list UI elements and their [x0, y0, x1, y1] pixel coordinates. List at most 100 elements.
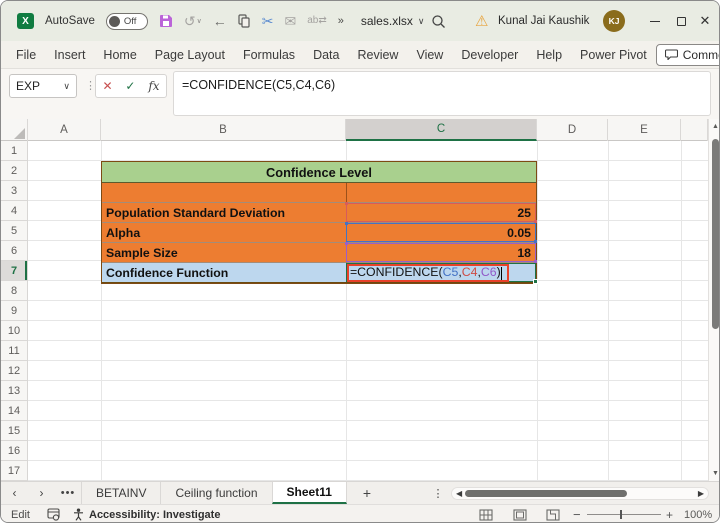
column-header-c[interactable]: C — [346, 119, 537, 141]
cell-b3[interactable] — [102, 183, 346, 202]
close-button[interactable]: ✕ — [691, 1, 719, 41]
search-button[interactable] — [431, 1, 446, 41]
page-layout-view-icon[interactable] — [513, 505, 527, 523]
tab-view[interactable]: View — [407, 48, 452, 62]
column-header-d[interactable]: D — [537, 119, 608, 141]
comments-button[interactable]: Comments — [656, 44, 720, 66]
cells-area[interactable]: Confidence Level Population Standard Dev… — [28, 141, 708, 481]
autosave-toggle[interactable]: Off — [106, 13, 148, 30]
select-all-corner[interactable] — [1, 119, 28, 141]
scroll-down-icon[interactable]: ▼ — [709, 470, 720, 477]
row-header-14[interactable]: 14 — [1, 401, 27, 421]
column-header-a[interactable]: A — [28, 119, 101, 141]
scroll-right-icon[interactable]: ▶ — [698, 489, 704, 498]
insert-function-icon[interactable]: fx — [148, 79, 159, 93]
replace-icon[interactable]: ab⇄ — [307, 16, 327, 26]
tab-page-layout[interactable]: Page Layout — [146, 48, 234, 62]
save-icon[interactable] — [159, 14, 173, 28]
column-header-partial[interactable] — [681, 119, 708, 141]
cell-b5-label[interactable]: Alpha — [102, 223, 346, 242]
cell-b2-merged-title[interactable]: Confidence Level — [102, 162, 536, 183]
zoom-level[interactable]: 100% — [684, 505, 712, 523]
warning-icon[interactable]: ⚠ — [475, 1, 488, 41]
row-header-2[interactable]: 2 — [1, 161, 27, 181]
sheet-tab-sheet11[interactable]: Sheet11 — [272, 482, 347, 504]
accessibility-status[interactable]: Accessibility: Investigate — [89, 505, 220, 523]
row-header-11[interactable]: 11 — [1, 341, 27, 361]
zoom-slider-thumb[interactable] — [620, 510, 622, 519]
sheet-tab-ceiling-function[interactable]: Ceiling function — [160, 482, 271, 504]
cancel-icon[interactable]: ✕ — [102, 79, 112, 93]
normal-view-icon[interactable] — [479, 505, 493, 523]
tab-file[interactable]: File — [7, 48, 45, 62]
horizontal-scrollbar[interactable]: ◀ ▶ — [451, 487, 709, 500]
user-name[interactable]: Kunal Jai Kaushik — [498, 1, 589, 41]
fill-handle[interactable] — [533, 279, 538, 284]
undo-button[interactable]: ↺ ∨ — [184, 14, 202, 28]
cell-b7-label[interactable]: Confidence Function — [102, 263, 346, 282]
row-header-1[interactable]: 1 — [1, 141, 27, 161]
sheet-nav-more-icon[interactable]: ••• — [55, 482, 81, 504]
row-header-3[interactable]: 3 — [1, 181, 27, 201]
row-header-6[interactable]: 6 — [1, 241, 27, 261]
document-title[interactable]: sales.xlsx ∨ — [361, 14, 425, 28]
row-header-12[interactable]: 12 — [1, 361, 27, 381]
cell-b4-label[interactable]: Population Standard Deviation — [102, 203, 346, 222]
tab-developer[interactable]: Developer — [452, 48, 527, 62]
cell-c7-formula[interactable]: =CONFIDENCE(C5,C4,C6) — [346, 263, 536, 282]
toggle-knob-icon — [109, 16, 120, 27]
row-header-17[interactable]: 17 — [1, 461, 27, 481]
vertical-scrollbar[interactable]: ▲ ▼ — [708, 119, 720, 481]
row-header-15[interactable]: 15 — [1, 421, 27, 441]
scroll-left-icon[interactable]: ◀ — [456, 489, 462, 498]
copy-icon[interactable] — [238, 14, 251, 28]
tab-review[interactable]: Review — [348, 48, 407, 62]
email-icon[interactable]: ✉ — [284, 14, 296, 28]
cell-c6-value[interactable]: 18 — [346, 243, 536, 262]
row-header-4[interactable]: 4 — [1, 201, 27, 221]
horizontal-scroll-thumb[interactable] — [465, 490, 627, 497]
sheet-tab-betainv[interactable]: BETAINV — [81, 482, 160, 504]
column-header-e[interactable]: E — [608, 119, 681, 141]
formula-input[interactable]: =CONFIDENCE(C5,C4,C6) — [173, 71, 711, 116]
qat-overflow-icon[interactable]: » — [338, 16, 344, 27]
add-sheet-button[interactable]: + — [347, 482, 387, 504]
cell-b6-label[interactable]: Sample Size — [102, 243, 346, 262]
zoom-out-button[interactable]: − — [573, 505, 581, 523]
cut-icon[interactable]: ✂ — [262, 14, 274, 28]
excel-window: X AutoSave Off ↺ ∨ ← ✂ ✉ ab⇄ » sales.xls… — [0, 0, 720, 523]
spreadsheet-grid: A B C D E 1 2 3 4 5 6 7 8 9 10 11 12 13 … — [1, 119, 720, 481]
row-header-13[interactable]: 13 — [1, 381, 27, 401]
avatar[interactable]: KJ — [603, 1, 625, 41]
sheet-nav-next-icon[interactable]: › — [28, 482, 55, 504]
macro-record-icon[interactable] — [47, 505, 60, 523]
row-header-16[interactable]: 16 — [1, 441, 27, 461]
chevron-down-icon: ∨ — [197, 17, 202, 25]
enter-icon[interactable]: ✓ — [125, 79, 135, 93]
zoom-in-button[interactable]: + — [666, 505, 673, 523]
row-header-10[interactable]: 10 — [1, 321, 27, 341]
row-header-8[interactable]: 8 — [1, 281, 27, 301]
tab-data[interactable]: Data — [304, 48, 348, 62]
tab-formulas[interactable]: Formulas — [234, 48, 304, 62]
row-header-7[interactable]: 7 — [1, 261, 27, 281]
column-header-b[interactable]: B — [101, 119, 346, 141]
page-break-view-icon[interactable] — [546, 505, 560, 523]
sheet-options-icon[interactable]: ⋮ — [431, 482, 445, 505]
row-header-5[interactable]: 5 — [1, 221, 27, 241]
sheet-nav-prev-icon[interactable]: ‹ — [1, 482, 28, 504]
zoom-slider[interactable] — [587, 514, 661, 515]
cell-c5-value[interactable]: 0.05 — [346, 223, 536, 242]
vertical-scroll-thumb[interactable] — [712, 139, 719, 329]
row-header-9[interactable]: 9 — [1, 301, 27, 321]
minimize-button[interactable] — [641, 1, 669, 41]
tab-help[interactable]: Help — [527, 48, 571, 62]
name-box[interactable]: EXP ∨ — [9, 74, 77, 98]
tab-insert[interactable]: Insert — [45, 48, 94, 62]
tab-home[interactable]: Home — [94, 48, 145, 62]
back-arrow-icon[interactable]: ← — [213, 14, 227, 28]
tab-power-pivot[interactable]: Power Pivot — [571, 48, 656, 62]
scroll-up-icon[interactable]: ▲ — [709, 123, 720, 130]
cell-c4-value[interactable]: 25 — [346, 203, 536, 222]
cell-c3[interactable] — [346, 183, 536, 202]
